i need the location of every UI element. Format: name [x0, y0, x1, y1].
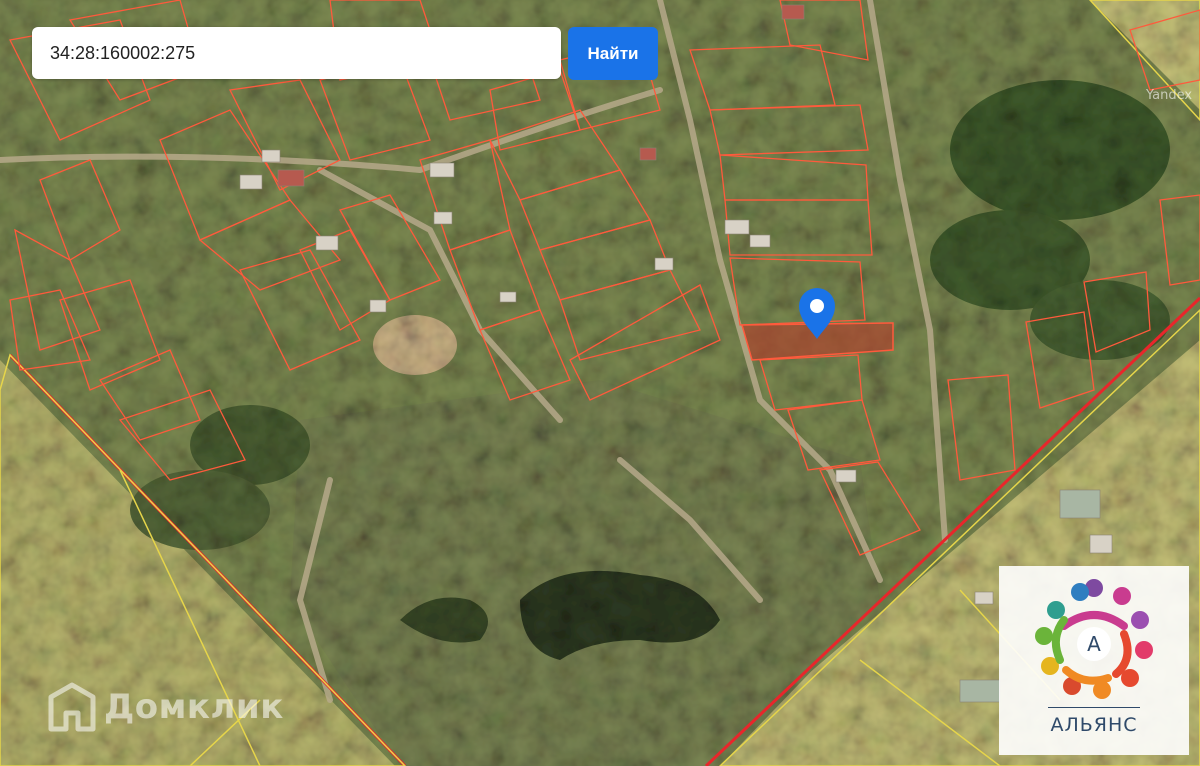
map-provider-watermark: Yandex — [1146, 88, 1193, 103]
map-view[interactable]: Найти Yandex Домклик — [0, 0, 1200, 766]
domclick-watermark: Домклик — [48, 680, 284, 734]
house-logo-icon — [48, 682, 96, 732]
domclick-text: Домклик — [104, 687, 284, 727]
alliance-emblem-icon: А — [1035, 579, 1153, 699]
find-button[interactable]: Найти — [568, 27, 658, 80]
logo-divider — [1048, 707, 1140, 708]
alliance-letter: А — [1087, 632, 1101, 656]
agency-logo: А АЛЬЯНС — [999, 566, 1189, 755]
cadastral-search-field[interactable] — [32, 27, 561, 79]
agency-name: АЛЬЯНС — [1050, 714, 1138, 736]
cadastral-number-input[interactable] — [48, 41, 545, 65]
